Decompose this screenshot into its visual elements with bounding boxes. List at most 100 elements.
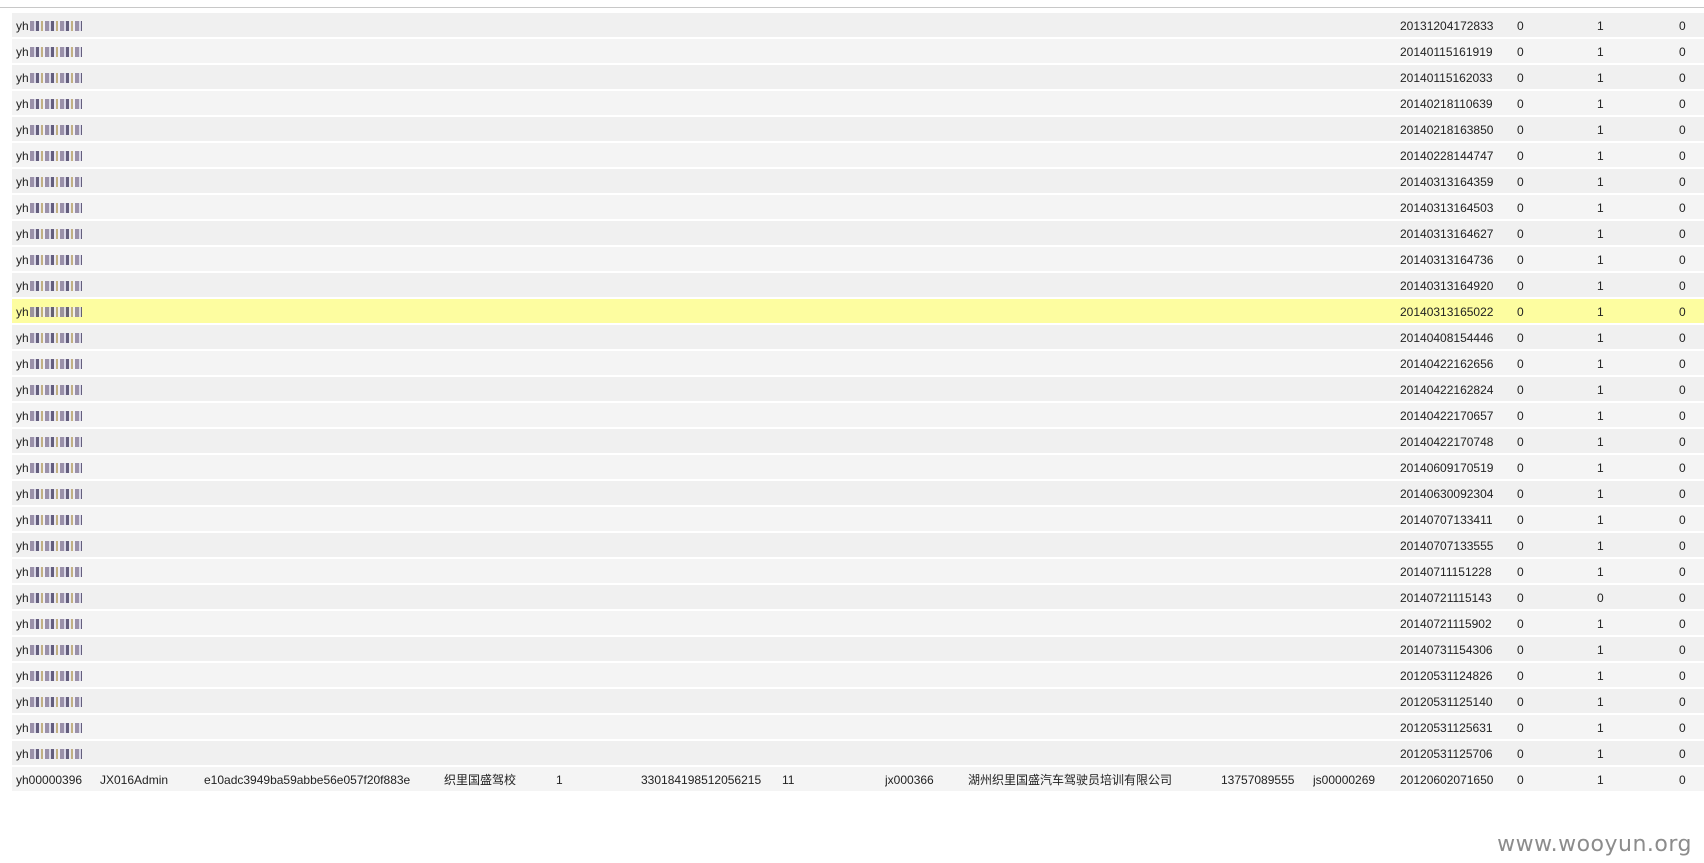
enabled-cell: 1 [1597,539,1604,553]
enabled-cell: 1 [1597,617,1604,631]
table-row[interactable]: yh..........19320140721115902010 [12,611,1704,637]
user-id-prefix: yh [16,695,29,709]
user-id-cell: yh. [16,91,98,117]
timestamp-cell: 20140707133411 [1400,513,1493,527]
enabled-cell: 1 [1597,643,1604,657]
locked-cell: 0 [1679,253,1686,267]
table-row[interactable]: yh..........420120531125140010 [12,689,1704,715]
timestamp-cell: 20140313164920 [1400,279,1494,293]
enabled-cell: 1 [1597,227,1604,241]
timestamp-cell: 20140422162824 [1400,383,1494,397]
table-row[interactable]: yh..........28620140115161919010 [12,39,1704,65]
timestamp-cell: 20140218110639 [1400,97,1493,111]
status-cell: 0 [1517,123,1524,137]
locked-cell: 0 [1679,565,1686,579]
table-row[interactable]: yh..........26220140408154446010 [12,325,1704,351]
user-id-prefix: yh [16,19,29,33]
status-cell: 0 [1517,279,1524,293]
user-id-cell: yh. [16,273,98,299]
table-row[interactable]: yh..........29120140731154306010 [12,637,1704,663]
table-row[interactable]: yh..........25920140707133411010 [12,507,1704,533]
user-id-prefix: yh [16,721,29,735]
locked-cell: 0 [1679,45,1686,59]
redacted-text: . [30,351,82,377]
timestamp-cell: 20140731154306 [1400,643,1493,657]
enabled-cell: 1 [1597,149,1604,163]
table-row[interactable]: yh..........20140218163850010 [12,117,1704,143]
redacted-text: . [30,169,82,195]
table-row[interactable]: yh..........21120140218110639010 [12,91,1704,117]
status-cell: 0 [1517,539,1524,553]
table-row[interactable]: yh..........20920140313164627010 [12,221,1704,247]
table-row[interactable]: yh..........420120531125631010 [12,715,1704,741]
enabled-cell: 1 [1597,201,1604,215]
table-row[interactable]: yh..........29520140115162033010 [12,65,1704,91]
redacted-text: . [30,429,82,455]
redacted-text: . [30,741,82,767]
user-id-cell: yh. [16,507,98,533]
table-row[interactable]: yh..........420120531124826010 [12,663,1704,689]
password-hash-cell: e10adc3949ba59abbe56e057f20f883e [204,773,411,787]
enabled-cell: 1 [1597,253,1604,267]
redacted-text: . [30,143,82,169]
user-id-cell: yh. [16,689,98,715]
status-cell: 0 [1517,149,1524,163]
school-code-cell: jx000366 [885,773,934,787]
table-row[interactable]: yh..........28920140422170748010 [12,429,1704,455]
status-cell: 0 [1517,45,1524,59]
user-id-cell: yh. [16,663,98,689]
table-row[interactable]: yh..........20920140313164736010 [12,247,1704,273]
table-row[interactable]: yh..........520140721115143000 [12,585,1704,611]
table-row[interactable]: yh..........28920140422170657010 [12,403,1704,429]
timestamp-cell: 20140630092304 [1400,487,1494,501]
user-id-prefix: yh [16,565,29,579]
locked-cell: 0 [1679,331,1686,345]
table-row[interactable]: yh..........24220131204172833010 [12,13,1704,39]
user-id-cell: yh. [16,169,98,195]
js-code-cell: js00000269 [1313,773,1376,787]
status-cell: 0 [1517,19,1524,33]
user-id-prefix: yh [16,435,29,449]
user-id-prefix: yh [16,643,29,657]
timestamp-cell: 20140313164359 [1400,175,1494,189]
redacted-text: . [30,91,82,117]
table-row[interactable]: yh..........20920140313164920010 [12,273,1704,299]
table-row[interactable]: yh..........20920140313164503010 [12,195,1704,221]
locked-cell: 0 [1679,175,1686,189]
table-row[interactable]: yh..........420140711151228010 [12,559,1704,585]
table-row[interactable]: yh..........420120531125706010 [12,741,1704,767]
redacted-text: . [30,273,82,299]
timestamp-cell: 20140115161919 [1400,45,1493,59]
redacted-text: . [30,13,82,39]
enabled-cell: 1 [1597,773,1604,787]
timestamp-cell: 20140313164627 [1400,227,1494,241]
status-cell: 0 [1517,305,1524,319]
timestamp-cell: 20140707133555 [1400,539,1494,553]
timestamp-cell: 20140609170519 [1400,461,1494,475]
table-row[interactable]: yh..........28920140422162824010 [12,377,1704,403]
user-id-prefix: yh [16,539,29,553]
table-row[interactable]: yh..........26320140630092304010 [12,481,1704,507]
locked-cell: 0 [1679,201,1686,215]
table-row[interactable]: yh..........28820140228144747010 [12,143,1704,169]
locked-cell: 0 [1679,643,1686,657]
status-cell: 0 [1517,461,1524,475]
table-row[interactable]: yh..........25920140707133555010 [12,533,1704,559]
redacted-text: . [30,65,82,91]
table-row[interactable]: yh..........20920140313165022010 [12,299,1704,325]
user-id-cell: yh. [16,481,98,507]
locked-cell: 0 [1679,279,1686,293]
table-row[interactable]: yh..........20920140313164359010 [12,169,1704,195]
table-row[interactable]: yh00000396 JX016Admin e10adc3949ba59abbe56… [12,767,1704,793]
results-table: yh..........24220131204172833010yh......… [12,13,1704,793]
user-id-prefix: yh [16,409,29,423]
status-cell: 0 [1517,513,1524,527]
table-row[interactable]: yh..........21120140609170519010 [12,455,1704,481]
locked-cell: 0 [1679,19,1686,33]
table-row[interactable]: yh..........28920140422162656010 [12,351,1704,377]
enabled-cell: 1 [1597,435,1604,449]
enabled-cell: 1 [1597,305,1604,319]
status-cell: 0 [1517,747,1524,761]
redacted-text: . [30,637,82,663]
enabled-cell: 1 [1597,357,1604,371]
